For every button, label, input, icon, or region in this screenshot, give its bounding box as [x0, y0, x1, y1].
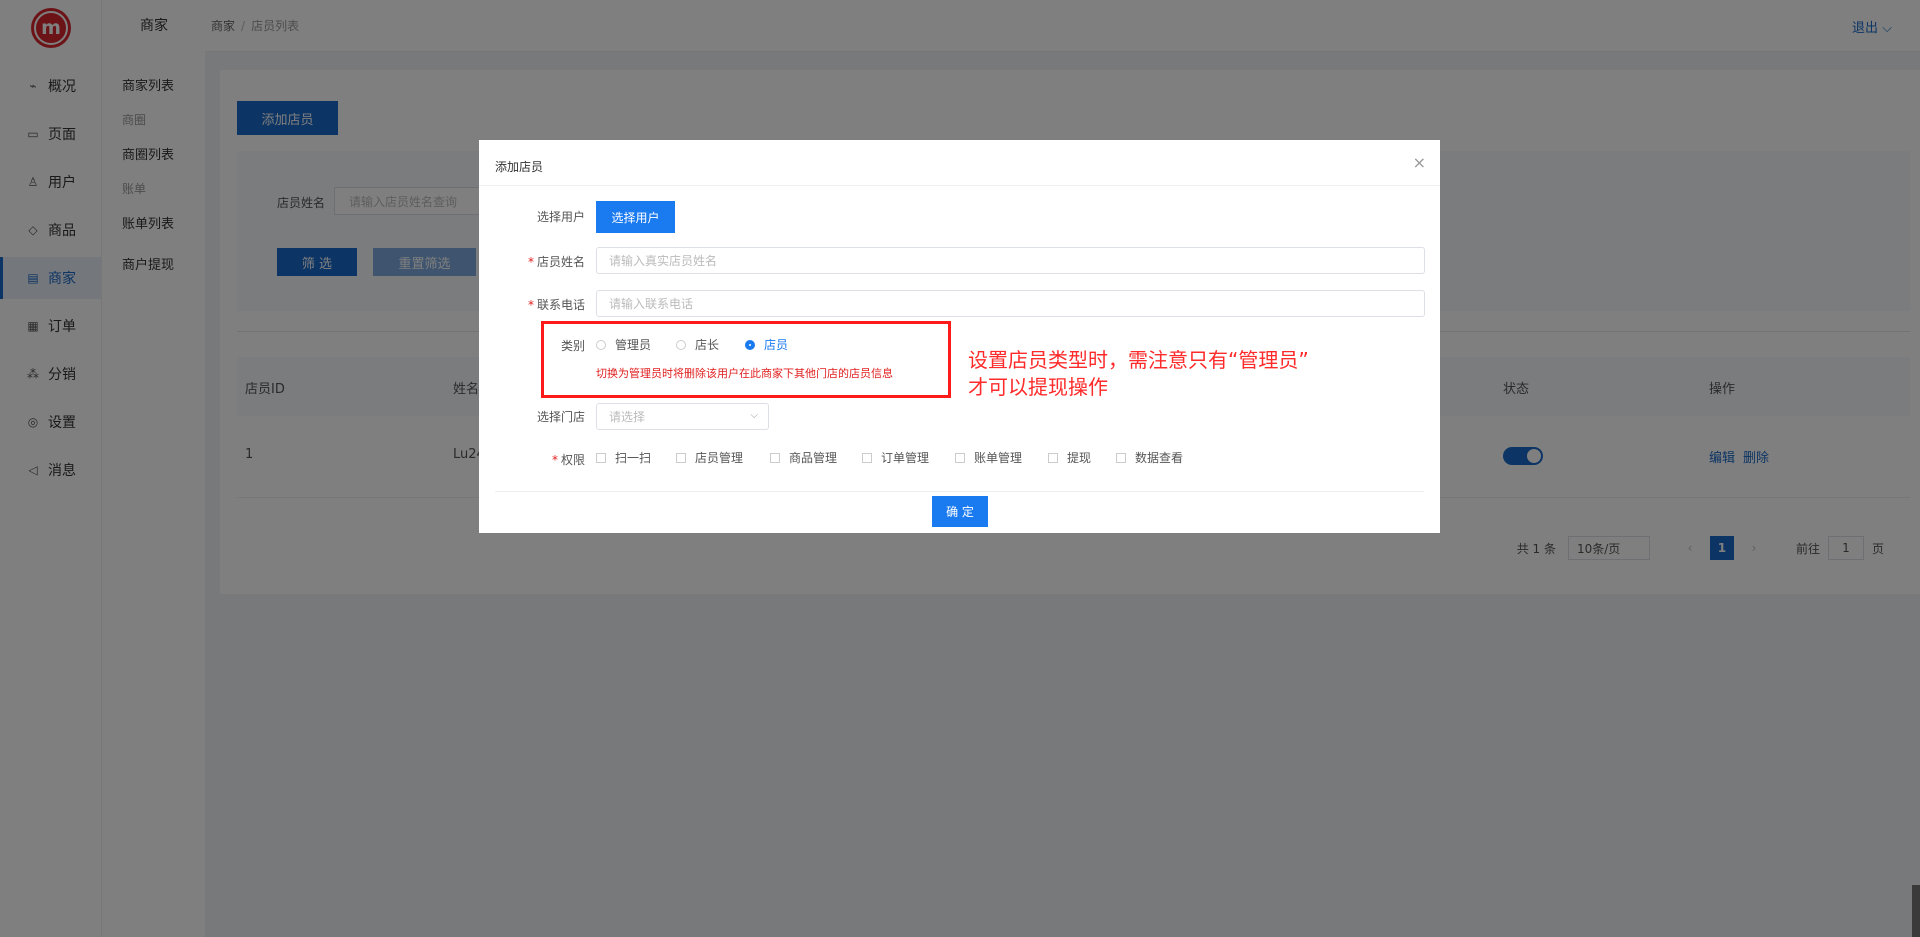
scrollbar-thumb[interactable]	[1912, 885, 1920, 937]
perm-checkbox-bill-manage[interactable]: 账单管理	[955, 449, 1022, 466]
store-label: 选择门店	[536, 410, 585, 424]
perm-checkbox-goods-manage[interactable]: 商品管理	[770, 449, 837, 466]
divider	[495, 491, 1424, 492]
phone-label: * 联系电话	[527, 298, 585, 312]
dialog-title: 添加店员	[495, 160, 544, 174]
close-icon[interactable]: ×	[1413, 153, 1426, 172]
select-user-label: 选择用户	[536, 210, 585, 224]
store-select[interactable]: 请选择 ⌵	[596, 403, 769, 430]
clerk-name-input[interactable]: 请输入真实店员姓名	[596, 247, 1425, 274]
perm-checkbox-data-view[interactable]: 数据查看	[1116, 449, 1183, 466]
chevron-down-icon: ⌵	[750, 410, 758, 421]
select-user-button[interactable]: 选择用户	[596, 201, 675, 233]
permission-label: * 权限	[551, 453, 585, 467]
perm-checkbox-withdraw[interactable]: 提现	[1048, 449, 1091, 466]
perm-checkbox-scan[interactable]: 扫一扫	[596, 449, 651, 466]
annotation-note: 设置店员类型时，需注意只有“管理员” 才可以提现操作	[968, 348, 1309, 399]
perm-checkbox-order-manage[interactable]: 订单管理	[862, 449, 929, 466]
perm-checkbox-clerk-manage[interactable]: 店员管理	[676, 449, 743, 466]
confirm-button[interactable]: 确 定	[932, 496, 988, 527]
divider	[479, 185, 1440, 186]
annotation-highlight-box	[541, 321, 951, 398]
phone-input[interactable]: 请输入联系电话	[596, 290, 1425, 317]
clerk-name-label: * 店员姓名	[527, 255, 585, 269]
